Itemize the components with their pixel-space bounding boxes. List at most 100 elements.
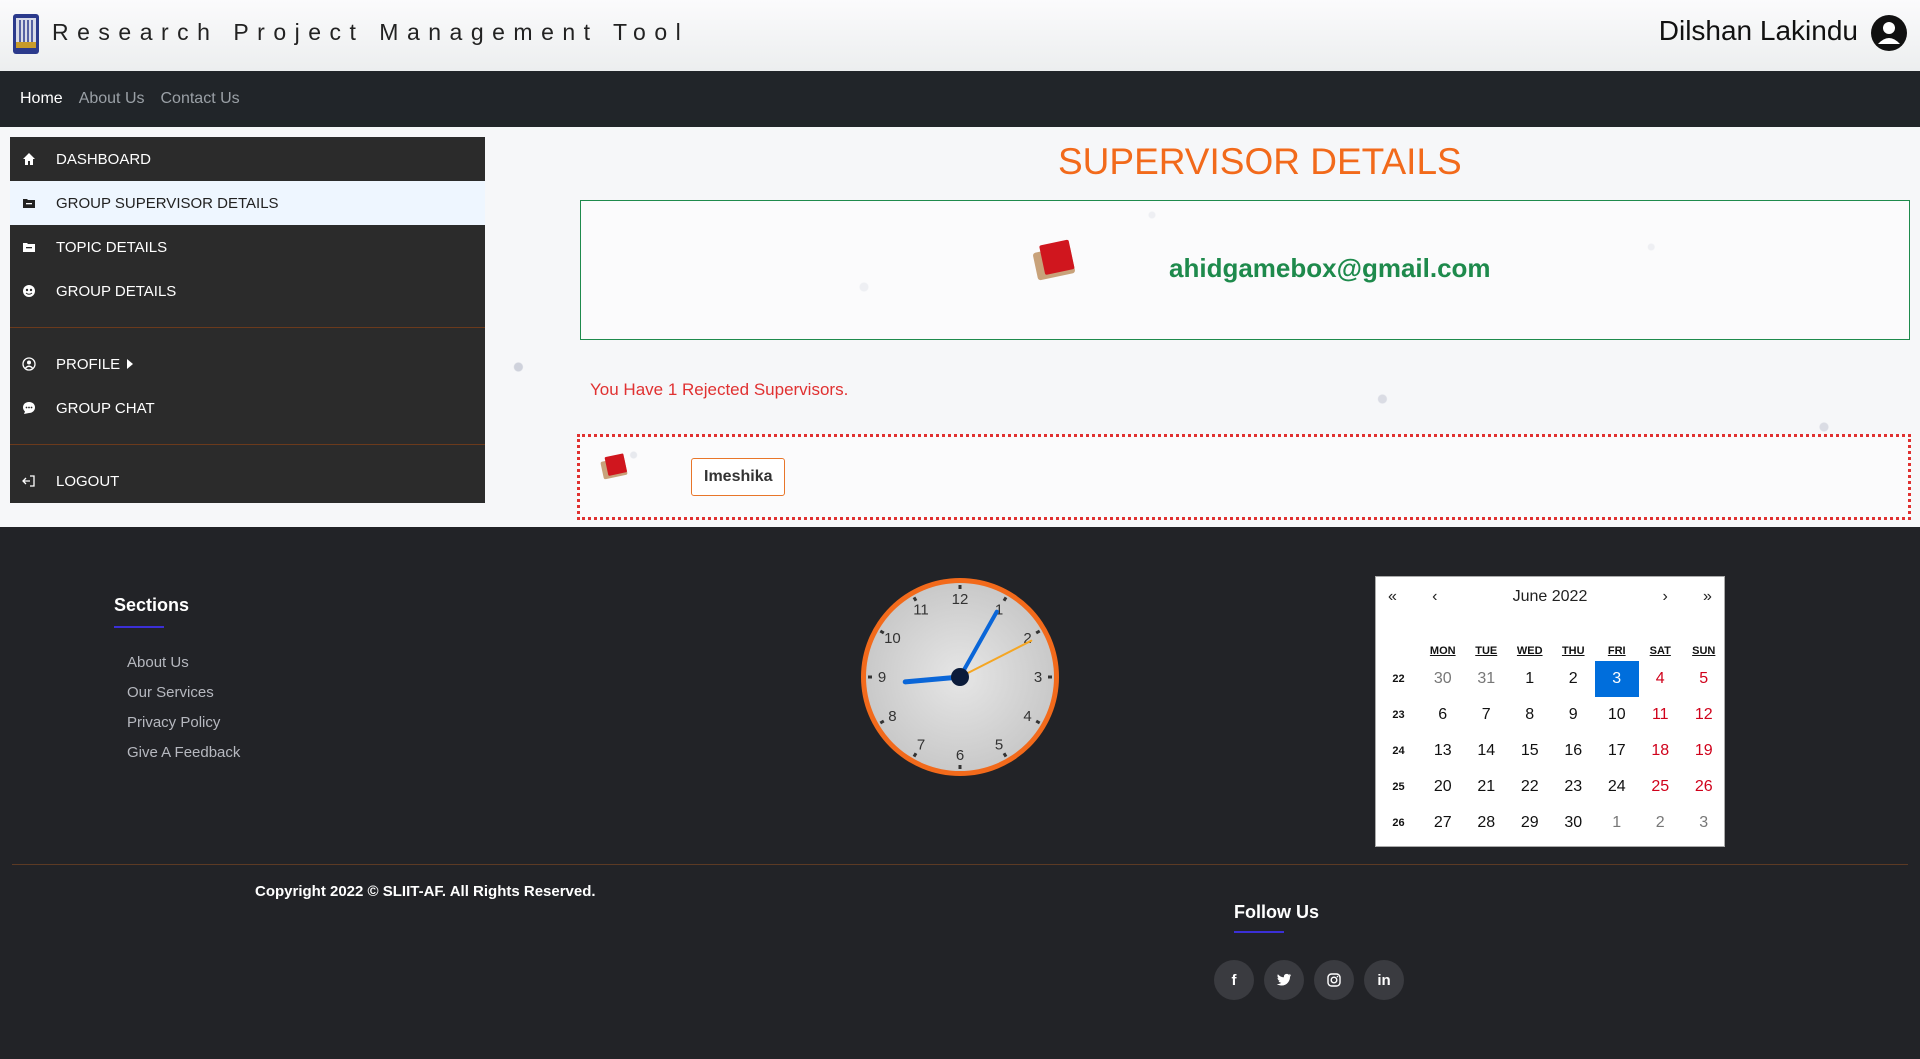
calendar-day[interactable]: 20 [1421, 778, 1465, 796]
sidebar-item-label: PROFILE [56, 355, 121, 373]
sidebar-item-label: GROUP SUPERVISOR DETAILS [56, 194, 279, 212]
sidebar-item-label: LOGOUT [56, 472, 120, 490]
calendar-day[interactable]: 7 [1465, 706, 1509, 724]
nav-home[interactable]: Home [20, 90, 63, 108]
calendar-next-month-button[interactable]: › [1663, 588, 1668, 606]
clock-number: 8 [888, 708, 896, 725]
footer-link-privacy-policy[interactable]: Privacy Policy [127, 714, 240, 731]
calendar-day[interactable]: 17 [1595, 742, 1639, 760]
user-account-icon[interactable] [1870, 14, 1908, 52]
nav-contact-us[interactable]: Contact Us [161, 90, 240, 108]
calendar-day[interactable]: 3 [1682, 814, 1726, 832]
footer-link-about-us[interactable]: About Us [127, 654, 240, 671]
calendar-day[interactable]: 30 [1421, 670, 1465, 688]
calendar-month-title[interactable]: June 2022 [1513, 588, 1588, 606]
calendar-week-number: 26 [1392, 817, 1405, 829]
calendar-weekday: TUE [1475, 645, 1498, 657]
calendar-weekday: WED [1516, 645, 1543, 657]
calendar: « ‹ June 2022 › » MON TUE WED THU FRI SAT SUN 2… [1375, 576, 1725, 847]
calendar-day[interactable]: 19 [1682, 742, 1726, 760]
nav-about-us[interactable]: About Us [79, 90, 145, 108]
sidebar-item-topic-details[interactable]: TOPIC DETAILS [10, 225, 485, 269]
clock-number: 7 [917, 737, 925, 754]
calendar-week-number: 23 [1392, 709, 1405, 721]
calendar-day[interactable]: 22 [1508, 778, 1552, 796]
calendar-day[interactable]: 30 [1552, 814, 1596, 832]
sidebar-item-group-chat[interactable]: GROUP CHAT [10, 386, 485, 430]
sidebar-item-profile[interactable]: PROFILE [10, 342, 485, 386]
calendar-day[interactable]: 14 [1465, 742, 1509, 760]
calendar-day[interactable]: 10 [1595, 706, 1639, 724]
main-content: DASHBOARD GROUP SUPERVISOR DETAILS TOPIC… [0, 127, 1920, 527]
top-header: Research Project Management Tool Dilshan… [0, 0, 1920, 71]
user-name[interactable]: Dilshan Lakindu [1659, 15, 1858, 47]
calendar-day[interactable]: 4 [1639, 670, 1683, 688]
page-title: SUPERVISOR DETAILS [1058, 141, 1462, 182]
calendar-day[interactable]: 25 [1639, 778, 1683, 796]
calendar-day[interactable]: 24 [1595, 778, 1639, 796]
user-circle-icon [20, 355, 38, 373]
calendar-day[interactable]: 26 [1682, 778, 1726, 796]
calendar-prev-month-button[interactable]: ‹ [1432, 588, 1437, 606]
calendar-week-row: 26 27 28 29 30 1 2 3 [1376, 805, 1726, 841]
calendar-day[interactable]: 16 [1552, 742, 1596, 760]
clock-tick [1002, 596, 1008, 602]
footer-divider [12, 864, 1908, 865]
sidebar-divider [10, 327, 485, 328]
footer: Sections About Us Our Services Privacy P… [0, 527, 1920, 1059]
home-icon [20, 150, 38, 168]
app-title: Research Project Management Tool [52, 19, 690, 45]
sidebar-item-group-details[interactable]: GROUP DETAILS [10, 269, 485, 313]
calendar-day[interactable]: 2 [1639, 814, 1683, 832]
calendar-day[interactable]: 28 [1465, 814, 1509, 832]
calendar-day[interactable]: 3 [1595, 661, 1639, 697]
calendar-day[interactable]: 12 [1682, 706, 1726, 724]
calendar-day[interactable]: 13 [1421, 742, 1465, 760]
clock-number: 3 [1034, 669, 1042, 686]
facebook-icon[interactable]: f [1214, 960, 1254, 1000]
sidebar-item-dashboard[interactable]: DASHBOARD [10, 137, 485, 181]
sidebar-item-label: GROUP DETAILS [56, 282, 177, 300]
folder-icon [20, 194, 38, 212]
calendar-day[interactable]: 27 [1421, 814, 1465, 832]
calendar-day[interactable]: 1 [1508, 670, 1552, 688]
follow-us-heading: Follow Us [1234, 902, 1319, 922]
calendar-day[interactable]: 23 [1552, 778, 1596, 796]
calendar-weekday-row: MON TUE WED THU FRI SAT SUN [1376, 641, 1726, 661]
calendar-next-year-button[interactable]: » [1703, 588, 1712, 606]
calendar-day[interactable]: 11 [1639, 706, 1683, 724]
sidebar-item-logout[interactable]: LOGOUT [10, 459, 485, 503]
calendar-day[interactable]: 6 [1421, 706, 1465, 724]
footer-links: About Us Our Services Privacy Policy Giv… [127, 654, 240, 774]
calendar-day[interactable]: 21 [1465, 778, 1509, 796]
clock-tick [1035, 629, 1041, 635]
calendar-day[interactable]: 1 [1595, 814, 1639, 832]
supervisor-card: ahidgamebox@gmail.com [580, 200, 1910, 340]
sidebar-item-label: DASHBOARD [56, 150, 152, 168]
clock-number: 5 [995, 737, 1003, 754]
social-links: f in [1214, 960, 1404, 1000]
footer-link-give-feedback[interactable]: Give A Feedback [127, 744, 240, 761]
calendar-week-number: 25 [1392, 781, 1405, 793]
sidebar-item-group-supervisor-details[interactable]: GROUP SUPERVISOR DETAILS [10, 181, 485, 225]
calendar-day[interactable]: 18 [1639, 742, 1683, 760]
calendar-day[interactable]: 5 [1682, 670, 1726, 688]
sidebar: DASHBOARD GROUP SUPERVISOR DETAILS TOPIC… [10, 137, 485, 503]
calendar-day[interactable]: 15 [1508, 742, 1552, 760]
calendar-day[interactable]: 2 [1552, 670, 1596, 688]
footer-link-our-services[interactable]: Our Services [127, 684, 240, 701]
calendar-prev-year-button[interactable]: « [1388, 588, 1397, 606]
calendar-weekday: THU [1561, 645, 1585, 657]
rejected-supervisor-name[interactable]: Imeshika [691, 458, 786, 496]
twitter-icon[interactable] [1264, 960, 1304, 1000]
calendar-day[interactable]: 8 [1508, 706, 1552, 724]
instagram-icon[interactable] [1314, 960, 1354, 1000]
stamp-icon [600, 453, 628, 480]
sidebar-item-label: GROUP CHAT [56, 399, 155, 417]
linkedin-icon[interactable]: in [1364, 960, 1404, 1000]
calendar-week-row: 23 6 7 8 9 10 11 12 [1376, 697, 1726, 733]
calendar-day[interactable]: 29 [1508, 814, 1552, 832]
clock-number: 10 [884, 630, 901, 647]
calendar-day[interactable]: 9 [1552, 706, 1596, 724]
calendar-day[interactable]: 31 [1465, 670, 1509, 688]
